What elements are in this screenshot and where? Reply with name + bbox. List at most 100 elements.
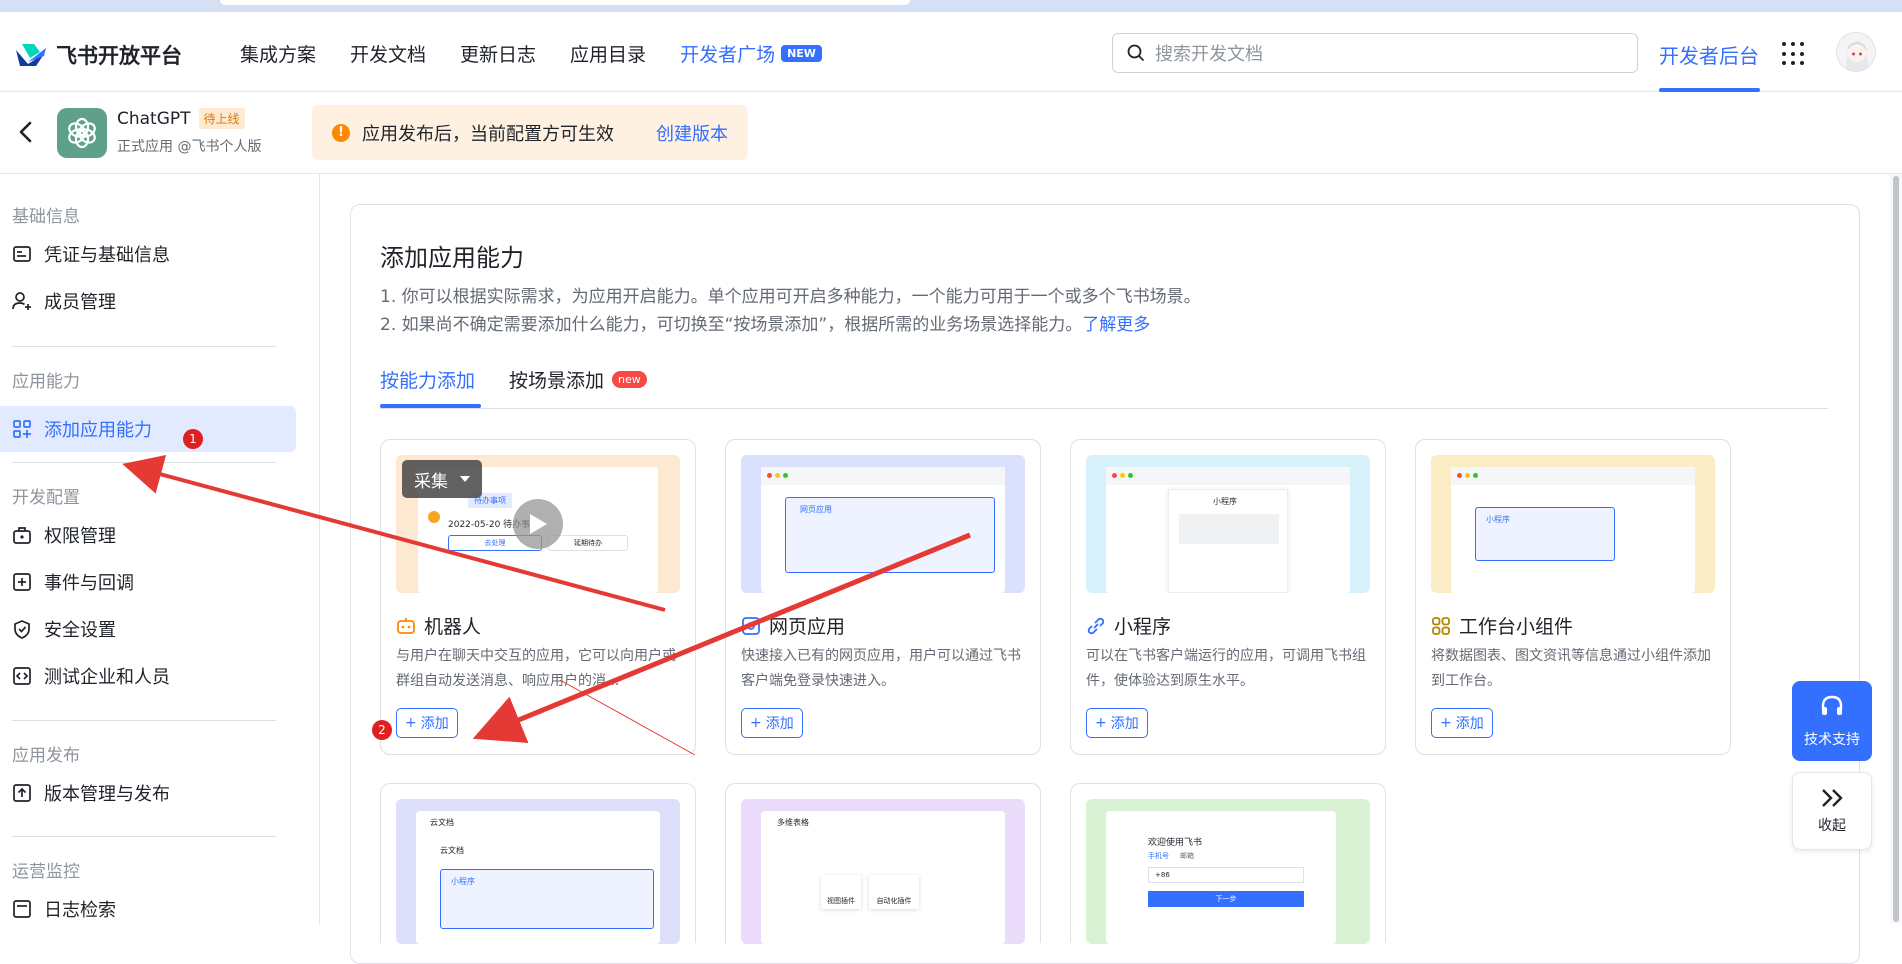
play-icon bbox=[530, 514, 547, 534]
card-title-text: 机器人 bbox=[424, 616, 482, 638]
top-nav: 飞书开放平台 集成方案 开发文档 更新日志 应用目录 开发者广场 NEW 搜索开… bbox=[0, 12, 1902, 92]
window-bar bbox=[1451, 467, 1695, 485]
sidebar-item-label: 凭证与基础信息 bbox=[44, 245, 170, 266]
new-badge: NEW bbox=[781, 45, 822, 62]
sidebar-divider bbox=[12, 720, 276, 721]
preview-button: 视图插件 bbox=[821, 875, 861, 909]
sidebar-item-label: 版本管理与发布 bbox=[44, 784, 170, 805]
sidebar-item-credentials[interactable]: 凭证与基础信息 bbox=[12, 231, 296, 277]
double-chevron-right-icon bbox=[1822, 789, 1843, 807]
add-widget-button[interactable]: + 添加 bbox=[1431, 708, 1493, 738]
bot-avatar-icon bbox=[428, 511, 440, 523]
web-app-icon bbox=[742, 616, 760, 635]
preview-label: 小程序 bbox=[451, 877, 475, 886]
capability-card-login: 欢迎使用飞书 手机号 邮箱 +86 下一步 bbox=[1070, 783, 1386, 944]
sidebar-divider bbox=[12, 462, 276, 463]
preview-label: 云文档 bbox=[440, 846, 464, 855]
app-grid-icon[interactable] bbox=[1782, 42, 1806, 66]
add-button-label: 添加 bbox=[765, 716, 794, 732]
capability-card-docs: 云文档 云文档 小程序 bbox=[380, 783, 696, 944]
tech-support-label: 技术支持 bbox=[1804, 732, 1860, 748]
mini-preview-window: 小程序 bbox=[1106, 467, 1350, 593]
chevron-down-icon bbox=[460, 476, 470, 482]
preview-label: 云文档 bbox=[430, 818, 454, 827]
nav-link-changelog[interactable]: 更新日志 bbox=[460, 40, 536, 67]
add-mini-program-button[interactable]: + 添加 bbox=[1086, 708, 1148, 738]
sidebar-group-release: 应用发布 bbox=[12, 746, 80, 766]
publish-notice: ! 应用发布后，当前配置方可生效 创建版本 bbox=[312, 105, 748, 160]
nav-link-docs[interactable]: 开发文档 bbox=[350, 40, 426, 67]
avatar[interactable] bbox=[1836, 32, 1876, 72]
collapse-button[interactable]: 收起 bbox=[1792, 772, 1872, 850]
sidebar-item-label: 权限管理 bbox=[44, 526, 116, 547]
user-add-icon bbox=[12, 292, 31, 310]
preview-button: 自动化插件 bbox=[869, 875, 919, 909]
card-description: 将数据图表、图文资讯等信息通过小组件添加到工作台。 bbox=[1431, 648, 1711, 689]
app-logo-icon bbox=[57, 108, 107, 158]
new-badge: new bbox=[612, 371, 647, 388]
bitable-preview-image: 多维表格 视图插件 自动化插件 bbox=[741, 799, 1025, 944]
sidebar: 基础信息 凭证与基础信息 成员管理 应用能力 添加应用能力 开发配置 权限管理 … bbox=[0, 174, 320, 924]
back-arrow-icon[interactable] bbox=[14, 118, 38, 146]
preview-block bbox=[1179, 514, 1279, 544]
widget-frame: 小程序 bbox=[1475, 507, 1615, 561]
search-input[interactable]: 搜索开发文档 bbox=[1112, 33, 1638, 73]
sidebar-group-dev-config: 开发配置 bbox=[12, 488, 80, 508]
preview-label: 多维表格 bbox=[777, 818, 809, 827]
preview-button: 延期待办 bbox=[548, 535, 628, 551]
sidebar-divider bbox=[12, 836, 276, 837]
card-description: 快速接入已有的网页应用，用户可以通过飞书客户端免登录快速进入。 bbox=[741, 648, 1021, 689]
sidebar-item-label: 事件与回调 bbox=[44, 573, 134, 594]
tab-by-scene-label: 按场景添加 bbox=[509, 370, 605, 392]
nav-link-solutions[interactable]: 集成方案 bbox=[240, 40, 316, 67]
create-version-link[interactable]: 创建版本 bbox=[656, 120, 728, 146]
brand-name: 飞书开放平台 bbox=[56, 44, 182, 68]
tab-by-capability[interactable]: 按能力添加 bbox=[380, 366, 475, 393]
play-video-button[interactable] bbox=[513, 499, 563, 549]
add-web-app-button[interactable]: + 添加 bbox=[741, 708, 803, 738]
mini-frame: 小程序 bbox=[1168, 489, 1288, 593]
sidebar-item-label: 日志检索 bbox=[44, 900, 116, 921]
sidebar-item-label: 测试企业和人员 bbox=[44, 667, 170, 688]
notice-text: 应用发布后，当前配置方可生效 bbox=[362, 123, 614, 145]
sidebar-group-basic: 基础信息 bbox=[12, 207, 80, 227]
add-bot-button[interactable]: + 添加 bbox=[396, 708, 458, 738]
nav-link-dev-square[interactable]: 开发者广场 NEW bbox=[680, 40, 822, 67]
sidebar-item-members[interactable]: 成员管理 bbox=[12, 278, 296, 324]
log-search-icon bbox=[13, 900, 31, 918]
collect-button[interactable]: 采集 bbox=[402, 460, 482, 498]
app-name: ChatGPT bbox=[117, 108, 191, 129]
status-badge: 待上线 bbox=[198, 108, 245, 129]
upload-icon bbox=[13, 784, 31, 802]
tech-support-button[interactable]: 技术支持 bbox=[1792, 681, 1872, 761]
feishu-logo-icon bbox=[16, 44, 46, 66]
docs-preview-window: 云文档 云文档 小程序 bbox=[416, 811, 660, 944]
sidebar-item-events[interactable]: 事件与回调 bbox=[12, 559, 296, 605]
plus-icon: + bbox=[750, 715, 762, 731]
dev-backend-link[interactable]: 开发者后台 bbox=[1659, 40, 1759, 69]
widget-preview-window: 小程序 bbox=[1451, 467, 1695, 593]
sidebar-item-label: 添加应用能力 bbox=[44, 420, 152, 441]
mini-program-preview-image: 小程序 bbox=[1086, 455, 1370, 593]
nav-link-app-directory[interactable]: 应用目录 bbox=[570, 40, 646, 67]
sidebar-item-permissions[interactable]: 权限管理 bbox=[12, 512, 296, 558]
sidebar-item-security[interactable]: 安全设置 bbox=[12, 606, 296, 652]
tab-by-scene[interactable]: 按场景添加 new bbox=[509, 366, 647, 393]
scrollbar-thumb[interactable] bbox=[1893, 176, 1899, 922]
preview-label: 邮箱 bbox=[1180, 852, 1194, 860]
sidebar-item-add-capability[interactable]: 添加应用能力 bbox=[0, 406, 296, 452]
learn-more-link[interactable]: 了解更多 bbox=[1082, 315, 1150, 335]
warning-icon: ! bbox=[332, 123, 350, 142]
brand-logo[interactable]: 飞书开放平台 bbox=[14, 40, 182, 70]
search-placeholder: 搜索开发文档 bbox=[1155, 44, 1263, 65]
avatar-image-icon bbox=[1837, 33, 1875, 71]
chatgpt-logo-icon bbox=[68, 117, 96, 149]
widget-preview-image: 小程序 bbox=[1431, 455, 1715, 593]
sidebar-item-logs[interactable]: 日志检索 bbox=[12, 886, 296, 932]
page-title: 添加应用能力 bbox=[380, 244, 524, 272]
add-button-label: 添加 bbox=[1455, 716, 1484, 732]
web-preview-window: 网页应用 bbox=[761, 467, 1005, 593]
description-line-2-text: 2. 如果尚不确定需要添加什么能力，可切换至“按场景添加”，根据所需的业务场景选… bbox=[380, 315, 1083, 335]
sidebar-item-test[interactable]: 测试企业和人员 bbox=[12, 653, 296, 699]
sidebar-item-versions[interactable]: 版本管理与发布 bbox=[12, 770, 296, 816]
